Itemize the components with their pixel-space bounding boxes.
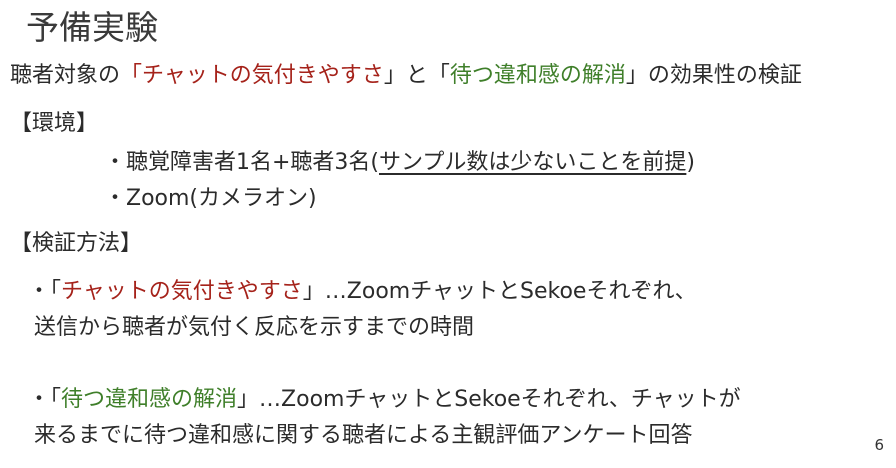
subtitle-quote2-close: 」 <box>625 63 648 88</box>
subtitle-quote2: 待つ違和感の解消 <box>449 63 626 88</box>
method-bullet-1-line2: 送信から聴者が気付く反応を示すまでの時間 <box>34 315 475 340</box>
method-bullet-1-quote: チャットの気付きやすさ <box>61 279 303 304</box>
slide: 予備実験 聴者対象の「チャットの気付きやすさ」と「待つ違和感の解消」の効果性の検… <box>0 0 896 468</box>
subtitle-quote1-open: 「 <box>120 63 143 88</box>
method-bullet-2-rest: 」…ZoomチャットとSekoeそれぞれ、チャットが <box>237 387 741 412</box>
env-item-1: ・聴覚障害者1名+聴者3名(サンプル数は少ないことを前提) <box>104 148 695 178</box>
env-heading: 【環境】 <box>10 111 99 136</box>
slide-title: 予備実験 <box>26 8 158 47</box>
method-bullet-2-line2: 来るまでに待つ違和感に関する聴者による主観評価アンケート回答 <box>34 423 693 448</box>
subtitle-quote1: チャットの気付きやすさ <box>142 63 384 88</box>
env-item-1-suffix: ) <box>686 150 695 175</box>
method-bullet-1: ・「チャットの気付きやすさ」…ZoomチャットとSekoeそれぞれ、 <box>28 277 697 307</box>
subtitle-quote1-close: 」 <box>383 63 406 88</box>
method-bullet-1-prefix: ・「 <box>28 279 62 304</box>
subtitle-quote2-open: 「 <box>427 63 450 88</box>
subtitle-mid: と <box>405 63 428 88</box>
env-item-1-prefix: ・聴覚障害者1名+聴者3名( <box>104 150 380 175</box>
method-bullet-1-rest: 」…ZoomチャットとSekoeそれぞれ、 <box>302 279 697 304</box>
method-heading: 【検証方法】 <box>10 231 143 256</box>
method-bullet-2-quote: 待つ違和感の解消 <box>61 387 238 412</box>
env-item-2: ・Zoom(カメラオン) <box>104 186 317 211</box>
method-bullet-2-prefix: ・「 <box>28 387 62 412</box>
subtitle-text-1: 聴者対象の <box>10 63 121 88</box>
page-number: 6 <box>874 436 884 454</box>
subtitle-line: 聴者対象の「チャットの気付きやすさ」と「待つ違和感の解消」の効果性の検証 <box>10 61 802 91</box>
method-bullet-2: ・「待つ違和感の解消」…ZoomチャットとSekoeそれぞれ、チャットが <box>28 385 741 415</box>
env-item-1-underlined: サンプル数は少ないことを前提 <box>379 150 687 175</box>
subtitle-text-2: の効果性の検証 <box>647 63 802 88</box>
